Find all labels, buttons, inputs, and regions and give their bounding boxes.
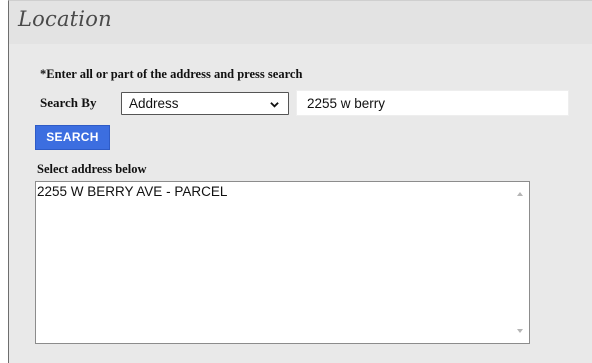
scroll-down-arrow-icon[interactable] — [517, 329, 523, 333]
panel-title: Location — [18, 7, 112, 31]
address-results-list[interactable]: 2255 W BERRY AVE - PARCEL — [35, 181, 530, 344]
search-by-label: Search By — [40, 95, 97, 110]
panel-header: Location — [9, 1, 592, 44]
chevron-down-icon — [270, 102, 279, 108]
location-panel: Location *Enter all or part of the addre… — [8, 0, 592, 363]
address-search-input[interactable] — [296, 90, 569, 116]
scroll-up-arrow-icon[interactable] — [517, 192, 523, 196]
results-label: Select address below — [37, 162, 147, 176]
search-button[interactable]: SEARCH — [35, 125, 110, 150]
search-by-select[interactable]: Address — [121, 92, 289, 115]
list-scrollbar[interactable] — [512, 182, 529, 343]
search-instruction: *Enter all or part of the address and pr… — [40, 67, 303, 81]
search-by-selected-value: Address — [129, 96, 179, 111]
list-item[interactable]: 2255 W BERRY AVE - PARCEL — [37, 184, 227, 199]
